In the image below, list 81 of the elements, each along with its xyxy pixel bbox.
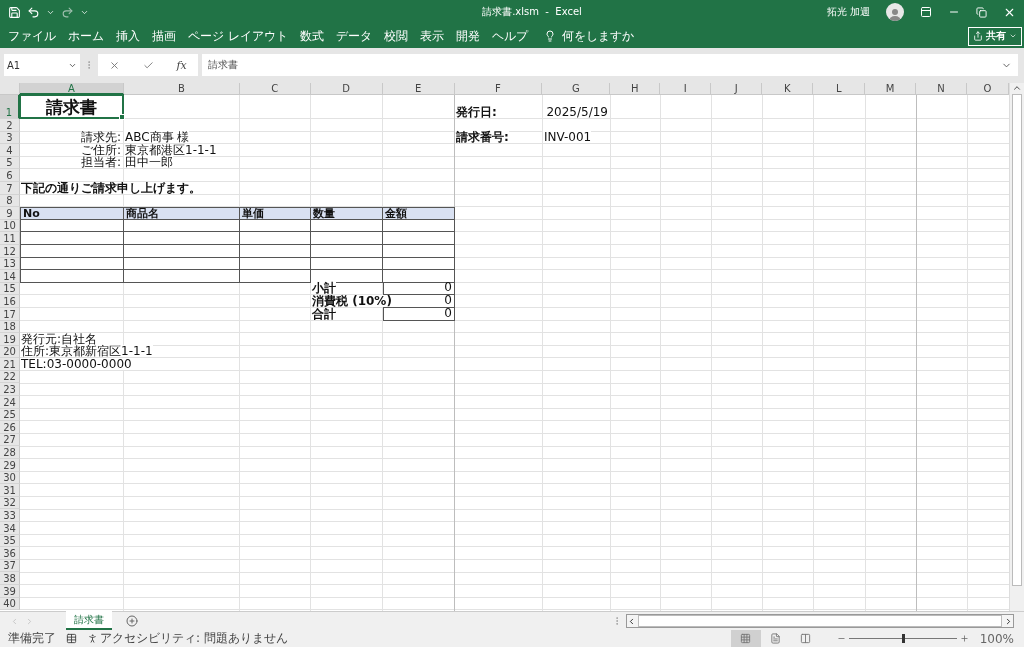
row-header[interactable]: 16 — [0, 295, 20, 308]
title-text: 請求書 — [46, 96, 97, 117]
table-header-cell: 商品名 — [124, 207, 240, 220]
ribbon-tab[interactable]: ヘルプ — [485, 24, 534, 48]
table-header-cell: No — [20, 207, 124, 220]
cell-text: 小計 — [311, 282, 336, 295]
ribbon-tab[interactable]: 校閲 — [377, 24, 414, 48]
ribbon-tab[interactable]: ファイル — [2, 24, 62, 48]
cell-text: 2025/5/19 — [545, 106, 608, 118]
row-header[interactable]: 21 — [0, 358, 20, 371]
cell-text: ABC商事 様 — [124, 131, 190, 144]
row-header[interactable]: 34 — [0, 522, 20, 535]
row-header[interactable]: 26 — [0, 421, 20, 434]
column-header[interactable]: B — [123, 83, 240, 95]
cell-text: ご住所: — [79, 143, 121, 156]
column-header[interactable]: O — [967, 83, 1009, 95]
user-name: 拓光 加週 — [826, 5, 870, 19]
row-header[interactable]: 29 — [0, 459, 20, 472]
ribbon-tab[interactable]: ページ レイアウト — [182, 24, 294, 48]
ribbon-tab[interactable]: 数式 — [293, 24, 330, 48]
column-header[interactable]: G — [542, 83, 611, 95]
column-header[interactable]: C — [239, 83, 311, 95]
insert-function-button[interactable]: fx — [176, 58, 187, 72]
row-header[interactable]: 36 — [0, 547, 20, 560]
column-header[interactable]: I — [660, 83, 712, 95]
zoom-level: 100% — [979, 631, 1014, 646]
column-header[interactable]: E — [382, 83, 455, 95]
cell-text: 発行日: — [455, 106, 497, 118]
column-header[interactable]: J — [711, 83, 763, 95]
status-text: 準備完了 — [8, 630, 56, 647]
row-header[interactable]: 4 — [0, 144, 20, 157]
row-header[interactable]: 11 — [0, 232, 20, 245]
accessibility-status[interactable]: アクセシビリティ: 問題ありません — [100, 630, 288, 647]
column-header[interactable]: F — [454, 83, 543, 95]
row-header[interactable]: 31 — [0, 484, 20, 497]
row-header[interactable]: 6 — [0, 169, 20, 182]
column-header[interactable]: M — [865, 83, 917, 95]
name-box[interactable]: A1 — [4, 54, 80, 76]
ribbon-tab[interactable]: 表示 — [413, 24, 450, 48]
table-header-cell: 単価 — [240, 207, 311, 220]
ribbon-tab[interactable]: データ — [329, 24, 378, 48]
table-cell: 0 — [383, 282, 455, 296]
share-button[interactable]: 共有 — [968, 26, 1022, 46]
cell-text: 請求先: — [79, 131, 121, 144]
row-header[interactable]: 23 — [0, 383, 20, 397]
cell-text: 請求番号: — [455, 131, 509, 144]
column-header[interactable]: A — [20, 83, 124, 95]
row-header[interactable]: 9 — [0, 207, 20, 220]
table-header-cell: 数量 — [311, 207, 383, 220]
formula-field[interactable]: 請求書 — [202, 54, 1018, 76]
cell-text: 田中一郎 — [124, 156, 173, 169]
row-header[interactable]: 24 — [0, 396, 20, 409]
sheet-tab[interactable]: 請求書 — [66, 611, 112, 630]
ribbon-tab[interactable]: 挿入 — [110, 24, 146, 48]
column-header[interactable]: N — [916, 83, 968, 95]
column-header[interactable]: H — [610, 83, 661, 95]
cell-text: TEL:03-0000-0000 — [20, 357, 132, 370]
cell-text: 発行元:自社名 — [20, 332, 98, 345]
row-header[interactable]: 2 — [0, 119, 20, 132]
window-title: 請求書.xlsm - Excel — [481, 5, 583, 19]
cell-text: 担当者: — [79, 156, 121, 169]
cell-text: 東京都港区1-1-1 — [124, 143, 217, 156]
ribbon-tab[interactable]: ホーム — [62, 24, 110, 48]
row-header[interactable]: 14 — [0, 270, 20, 283]
ribbon-tab[interactable]: 描画 — [146, 24, 182, 48]
cell-text: 消費税 (10%) — [311, 294, 392, 307]
cell-text: 合計 — [311, 307, 336, 320]
row-header[interactable]: 1 — [0, 95, 20, 119]
tell-me-field[interactable]: 何をしますか — [561, 27, 634, 45]
table-header-cell: 金額 — [383, 207, 455, 220]
column-header[interactable]: K — [762, 83, 814, 95]
row-header[interactable]: 19 — [0, 333, 20, 346]
row-header[interactable]: 38 — [0, 572, 20, 585]
ribbon-tab[interactable]: 開発 — [449, 24, 486, 48]
row-header[interactable]: 33 — [0, 509, 20, 522]
cell-text: 住所:東京都新宿区1-1-1 — [20, 345, 153, 358]
column-header[interactable]: L — [813, 83, 866, 95]
cell-text: INV-001 — [543, 131, 592, 144]
row-header[interactable]: 28 — [0, 446, 20, 460]
table-cell: 0 — [383, 307, 455, 321]
column-header[interactable]: D — [310, 83, 383, 95]
